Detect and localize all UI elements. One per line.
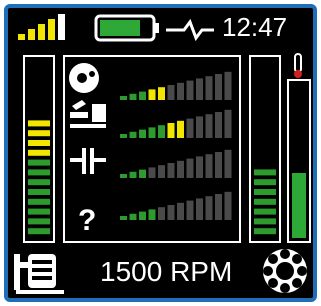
- misalignment-icon: [70, 100, 106, 128]
- fault-level-segment: [177, 82, 184, 100]
- left-gauge-segment: [28, 120, 50, 127]
- right-gauge-segment: [254, 169, 276, 176]
- left-gauge-segment: [28, 189, 50, 195]
- left-gauge-segment: [28, 169, 50, 176]
- fault-level-segment: [158, 207, 165, 220]
- fault-level-segment: [196, 198, 203, 220]
- unknown-fault-icon: ?: [78, 204, 96, 237]
- fault-level-segment: [205, 154, 213, 178]
- right-gauge-segment: [254, 218, 276, 225]
- signal-bar: [58, 14, 65, 40]
- fault-level-segment: [167, 123, 175, 138]
- fault-level-segment: [215, 152, 222, 178]
- fault-level-segment: [215, 194, 222, 220]
- left-gauge: [23, 55, 55, 243]
- fault-level-segment: [224, 191, 232, 220]
- left-gauge-segment: [28, 140, 50, 146]
- battery-icon: [94, 14, 159, 42]
- fault-level-segment: [158, 165, 165, 178]
- fault-level-segment: [215, 112, 222, 138]
- left-gauge-segment: [28, 179, 50, 186]
- fault-level-segment: [186, 158, 194, 178]
- fault-level-segment: [186, 118, 194, 138]
- left-gauge-segment: [28, 228, 50, 235]
- looseness-icon: [70, 148, 106, 174]
- fault-level-segment: [129, 213, 137, 220]
- time-display: 12:47: [222, 12, 288, 42]
- signal-bar: [48, 19, 55, 40]
- fault-level-segment: [148, 209, 156, 220]
- unbalance-icon: [69, 63, 99, 93]
- left-gauge-segment: [28, 130, 50, 137]
- bearing-icon: [263, 249, 307, 293]
- signal-strength-icon: [18, 14, 65, 40]
- left-gauge-segment: [28, 208, 50, 215]
- fault-level-segment: [120, 174, 127, 178]
- fault-level-segment: [177, 160, 184, 178]
- fault-level-segment: [139, 211, 146, 220]
- motor-pump-icon: [14, 254, 64, 294]
- fault-level-segment: [167, 163, 175, 178]
- right-gauge-2: [287, 79, 311, 243]
- fault-level-segment: [158, 87, 165, 100]
- left-gauge-segment: [28, 218, 50, 225]
- left-gauge-segment: [28, 149, 50, 156]
- fault-level-segment: [177, 120, 184, 138]
- fault-level-segment: [167, 205, 175, 220]
- vibration-waveform-icon: [166, 18, 214, 42]
- fault-level-segment: [196, 156, 203, 178]
- fault-level-segment: [205, 114, 213, 138]
- rpm-readout: 1500 RPM: [100, 256, 233, 287]
- fault-level-segment: [177, 202, 184, 220]
- fault-level-segment: [205, 76, 213, 100]
- left-gauge-segment: [28, 198, 50, 205]
- fault-level-segment: [167, 85, 175, 100]
- thermometer-icon: [294, 53, 302, 78]
- fault-level-segment: [148, 167, 156, 178]
- fault-level-segment: [158, 125, 165, 138]
- right-gauge-1: [249, 55, 281, 243]
- fault-level-segment: [186, 80, 194, 100]
- fault-level-segment: [129, 171, 137, 178]
- fault-level-segment: [139, 129, 146, 138]
- fault-level-segment: [148, 89, 156, 100]
- fault-level-segment: [129, 131, 137, 138]
- signal-bar: [38, 24, 45, 40]
- signal-bar: [18, 34, 25, 40]
- right-gauge-segment: [254, 208, 276, 215]
- fault-level-segment: [224, 71, 232, 100]
- signal-bar: [28, 29, 35, 40]
- right-gauge-segment: [254, 189, 276, 195]
- fault-level-segment: [186, 200, 194, 220]
- right-gauge-segment: [254, 179, 276, 186]
- fault-level-segment: [205, 196, 213, 220]
- fault-level-segment: [139, 91, 146, 100]
- fault-level-segment: [139, 169, 146, 178]
- fault-level-segment: [129, 93, 137, 100]
- left-gauge-segment: [28, 159, 50, 166]
- fault-level-segment: [120, 96, 127, 100]
- fault-level-segment: [148, 127, 156, 138]
- fault-level-segment: [120, 216, 127, 220]
- fault-level-segment: [196, 78, 203, 100]
- fault-level-segment: [224, 149, 232, 178]
- right-gauge-segment: [254, 198, 276, 205]
- fault-level-segment: [120, 134, 127, 138]
- fault-level-segment: [215, 74, 222, 100]
- right-gauge-segment: [254, 228, 276, 235]
- fault-level-segment: [196, 116, 203, 138]
- fault-level-segment: [224, 109, 232, 138]
- device-screen: ? 12:47 1500 RPM: [4, 4, 317, 302]
